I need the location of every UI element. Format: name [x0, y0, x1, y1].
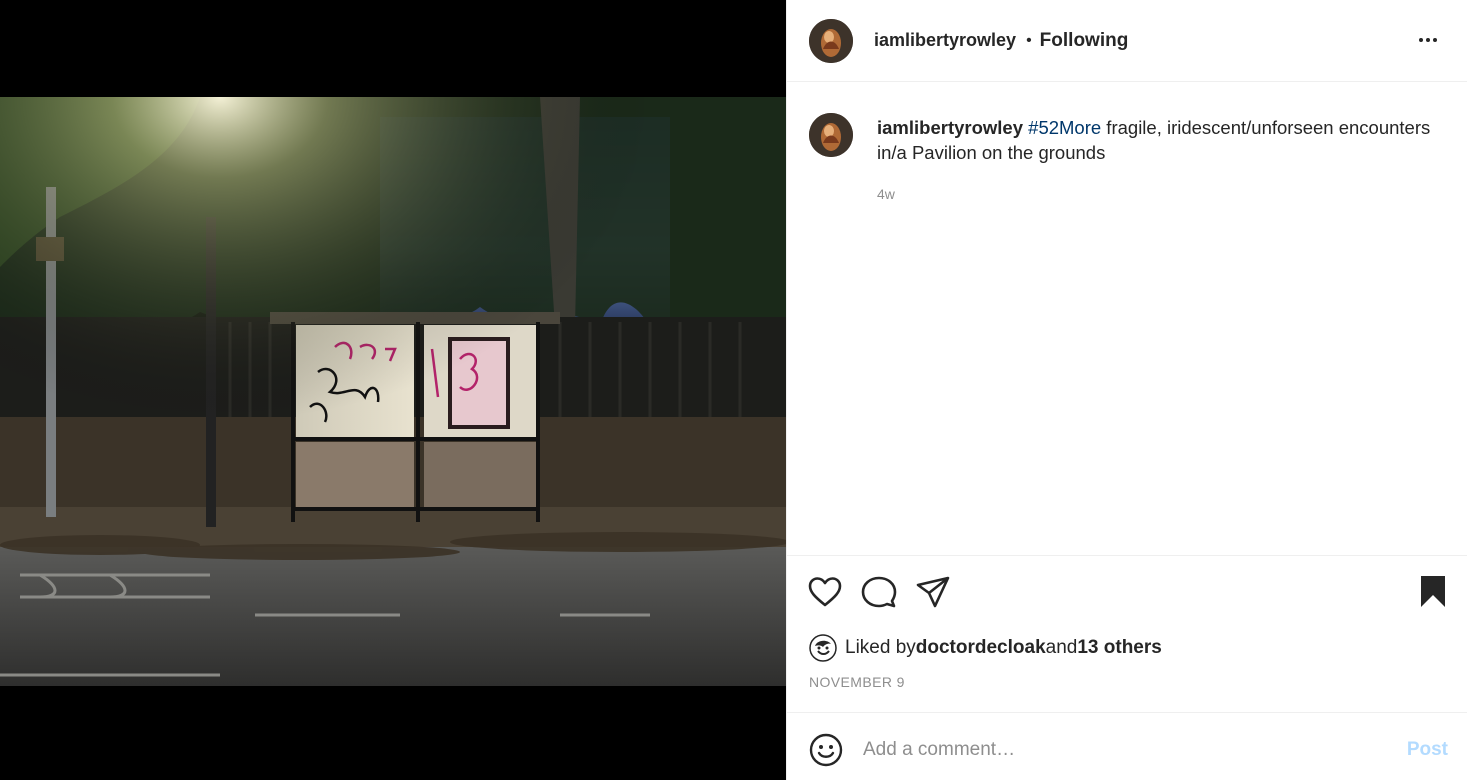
post-media	[0, 0, 786, 780]
liker-username[interactable]: doctordecloak	[916, 637, 1046, 659]
avatar[interactable]	[809, 18, 853, 63]
caption-avatar[interactable]	[809, 113, 853, 157]
caption-username[interactable]: iamlibertyrowley	[877, 117, 1023, 138]
caption-hashtag[interactable]: #52More	[1028, 117, 1101, 138]
caption-text: iamlibertyrowley #52More fragile, irides…	[877, 115, 1452, 165]
post-date[interactable]: NOVEMBER 9	[809, 674, 905, 690]
bookmark-icon[interactable]	[1415, 574, 1451, 610]
share-icon[interactable]	[915, 574, 951, 610]
caption-timestamp[interactable]: 4w	[877, 186, 895, 202]
more-options-icon[interactable]	[1415, 28, 1441, 52]
post-header: iamlibertyrowley • Following	[787, 0, 1467, 82]
action-bar	[787, 574, 1467, 614]
following-button[interactable]: Following	[1040, 30, 1129, 52]
heart-icon[interactable]	[807, 574, 843, 610]
comment-input[interactable]	[863, 735, 1383, 765]
emoji-icon[interactable]	[809, 733, 843, 767]
liker-avatar[interactable]	[809, 634, 837, 662]
post-modal: iamlibertyrowley • Following iamlibertyr…	[0, 0, 1467, 780]
caption-section: iamlibertyrowley #52More fragile, irides…	[787, 82, 1467, 556]
comment-icon[interactable]	[861, 574, 897, 610]
likes-middle: and	[1045, 637, 1078, 658]
header-username[interactable]: iamlibertyrowley	[874, 30, 1016, 51]
likes-summary: Liked by doctordecloak and 13 others	[809, 634, 1162, 662]
post-side-panel: iamlibertyrowley • Following iamlibertyr…	[786, 0, 1467, 780]
post-comment-button[interactable]: Post	[1407, 739, 1448, 761]
post-photo[interactable]	[0, 97, 786, 686]
likes-others-link[interactable]: 13 others	[1077, 637, 1161, 659]
likes-prefix: Liked by	[845, 637, 916, 658]
comment-bar: Post	[787, 712, 1467, 780]
header-separator: •	[1026, 31, 1032, 49]
